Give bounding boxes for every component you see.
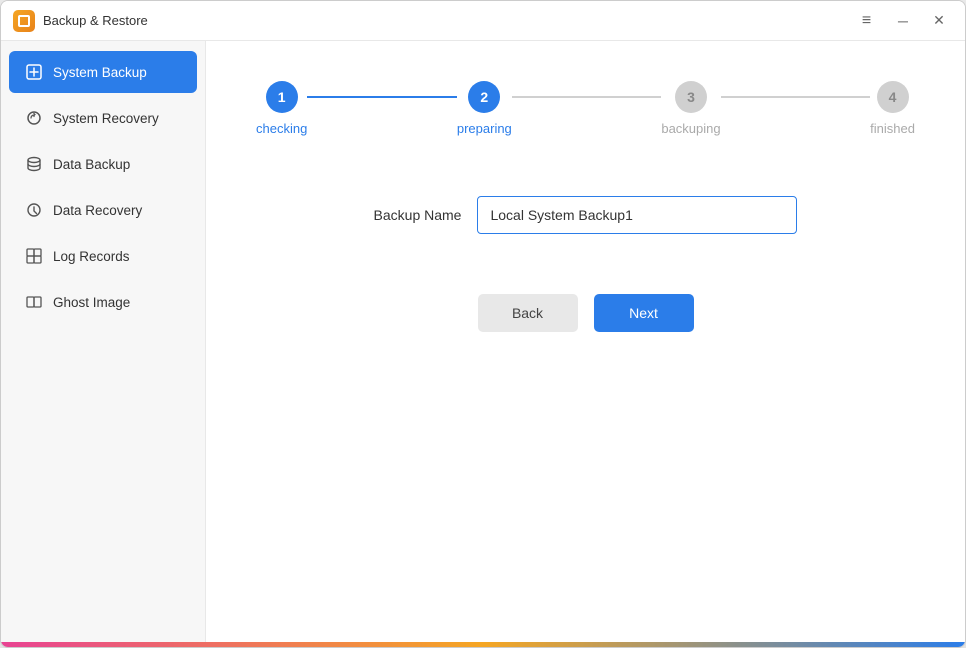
- sidebar: System Backup System Recovery: [1, 41, 206, 642]
- data-backup-icon: [25, 155, 43, 173]
- ghost-image-icon: [25, 293, 43, 311]
- step-1-circle: 1: [266, 81, 298, 113]
- step-3: 3 backuping: [661, 81, 720, 136]
- step-3-label: backuping: [661, 121, 720, 136]
- sidebar-item-ghost-image[interactable]: Ghost Image: [9, 281, 197, 323]
- sidebar-label-data-recovery: Data Recovery: [53, 203, 142, 218]
- step-2-label: preparing: [457, 121, 512, 136]
- backup-name-input[interactable]: [477, 196, 797, 234]
- main-layout: System Backup System Recovery: [1, 41, 965, 642]
- system-recovery-icon: [25, 109, 43, 127]
- step-4-circle: 4: [877, 81, 909, 113]
- system-backup-icon: [25, 63, 43, 81]
- step-1: 1 checking: [256, 81, 307, 136]
- titlebar: Backup & Restore ≡ ─ ✕: [1, 1, 965, 41]
- sidebar-item-data-backup[interactable]: Data Backup: [9, 143, 197, 185]
- step-3-circle: 3: [675, 81, 707, 113]
- sidebar-item-system-recovery[interactable]: System Recovery: [9, 97, 197, 139]
- step-4: 4 finished: [870, 81, 915, 136]
- sidebar-label-log-records: Log Records: [53, 249, 130, 264]
- next-button[interactable]: Next: [594, 294, 694, 332]
- content-area: 1 checking 2 preparing 3: [206, 41, 965, 642]
- data-recovery-icon: [25, 201, 43, 219]
- app-title: Backup & Restore: [43, 13, 853, 28]
- step-2-circle: 2: [468, 81, 500, 113]
- app-window: Backup & Restore ≡ ─ ✕ System Backup: [0, 0, 966, 648]
- backup-name-label: Backup Name: [374, 207, 462, 223]
- sidebar-label-ghost-image: Ghost Image: [53, 295, 130, 310]
- close-button[interactable]: ✕: [925, 7, 953, 35]
- sidebar-item-system-backup[interactable]: System Backup: [9, 51, 197, 93]
- step-4-label: finished: [870, 121, 915, 136]
- back-button[interactable]: Back: [478, 294, 578, 332]
- connector-1-2: [307, 96, 457, 98]
- sidebar-label-system-recovery: System Recovery: [53, 111, 159, 126]
- log-records-icon: [25, 247, 43, 265]
- sidebar-item-data-recovery[interactable]: Data Recovery: [9, 189, 197, 231]
- sidebar-item-log-records[interactable]: Log Records: [9, 235, 197, 277]
- action-buttons: Back Next: [256, 294, 915, 332]
- connector-3-4: [721, 96, 871, 98]
- window-controls: ≡ ─ ✕: [853, 7, 953, 35]
- step-1-label: checking: [256, 121, 307, 136]
- connector-2-3: [512, 96, 662, 98]
- app-logo: [13, 10, 35, 32]
- sidebar-label-data-backup: Data Backup: [53, 157, 130, 172]
- step-2: 2 preparing: [457, 81, 512, 136]
- bottom-accent-bar: [1, 642, 965, 647]
- progress-stepper: 1 checking 2 preparing 3: [256, 81, 915, 136]
- backup-name-form: Backup Name: [256, 196, 915, 234]
- minimize-button[interactable]: ─: [889, 7, 917, 35]
- menu-button[interactable]: ≡: [853, 7, 881, 35]
- sidebar-label-system-backup: System Backup: [53, 65, 147, 80]
